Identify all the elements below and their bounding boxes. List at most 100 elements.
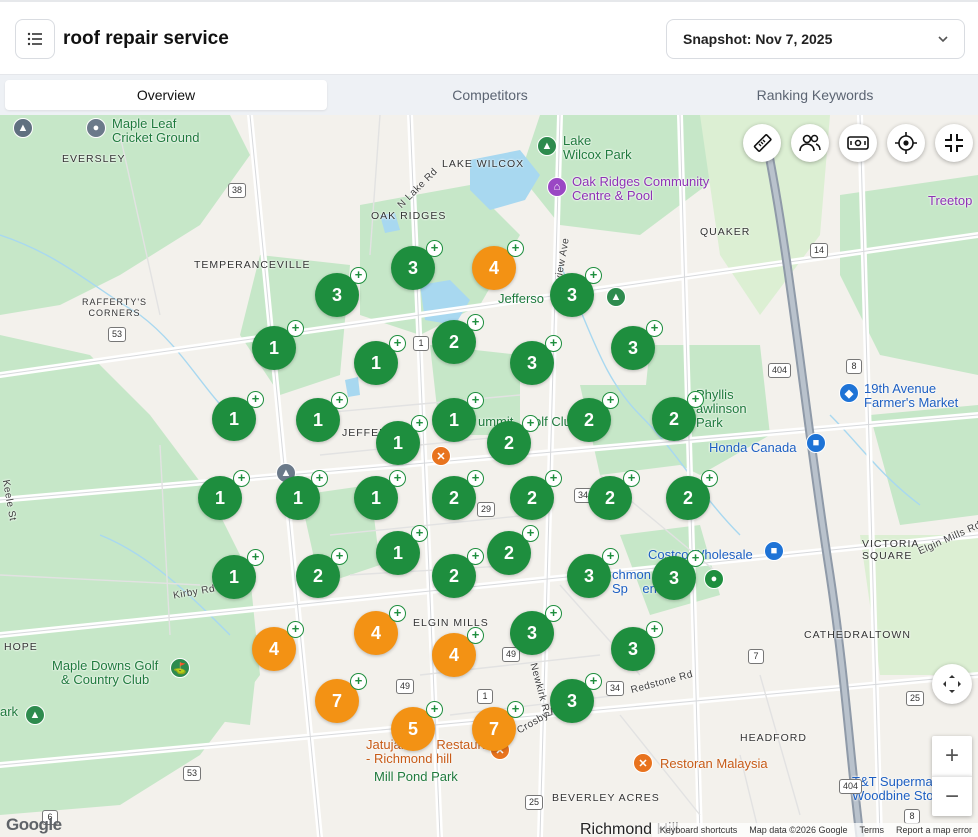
rank-marker[interactable]: 3 +: [567, 548, 619, 598]
plus-icon[interactable]: +: [350, 673, 367, 690]
rank-marker[interactable]: 3 +: [550, 267, 602, 317]
rank-marker[interactable]: 4 +: [354, 605, 406, 655]
plus-icon[interactable]: +: [545, 335, 562, 352]
shopping-bag-icon[interactable]: ■: [806, 433, 826, 453]
zoom-out-button[interactable]: −: [932, 776, 972, 816]
rank-marker[interactable]: 3 +: [611, 320, 663, 370]
plus-icon[interactable]: +: [507, 240, 524, 257]
rank-marker[interactable]: 2 +: [487, 525, 539, 575]
rank-marker[interactable]: 3 +: [611, 621, 663, 671]
rank-marker[interactable]: 4 +: [252, 621, 304, 671]
plus-icon[interactable]: +: [602, 392, 619, 409]
rank-marker[interactable]: 2 +: [432, 470, 484, 520]
rank-marker[interactable]: 2 +: [588, 470, 640, 520]
plus-icon[interactable]: +: [247, 549, 264, 566]
restaurant-icon[interactable]: ✕: [633, 753, 653, 773]
rank-marker[interactable]: 2 +: [567, 392, 619, 442]
plus-icon[interactable]: +: [467, 470, 484, 487]
keyboard-shortcuts-link[interactable]: Keyboard shortcuts: [660, 825, 738, 835]
plus-icon[interactable]: +: [585, 673, 602, 690]
rank-marker[interactable]: 3 +: [510, 335, 562, 385]
plus-icon[interactable]: +: [687, 550, 704, 567]
report-error-link[interactable]: Report a map error: [896, 825, 972, 835]
plus-icon[interactable]: +: [623, 470, 640, 487]
plus-icon[interactable]: +: [331, 392, 348, 409]
rank-marker[interactable]: 2 +: [666, 470, 718, 520]
plus-icon[interactable]: +: [411, 525, 428, 542]
plus-icon[interactable]: +: [522, 525, 539, 542]
rank-marker[interactable]: 2 +: [296, 548, 348, 598]
plus-icon[interactable]: +: [646, 621, 663, 638]
plus-icon[interactable]: +: [467, 392, 484, 409]
plus-icon[interactable]: +: [389, 335, 406, 352]
park-tree-icon[interactable]: ▲: [25, 705, 45, 725]
rank-marker[interactable]: 1 +: [354, 470, 406, 520]
rank-marker[interactable]: 4 +: [432, 627, 484, 677]
plus-icon[interactable]: +: [287, 621, 304, 638]
plus-icon[interactable]: +: [545, 605, 562, 622]
rank-marker[interactable]: 3 +: [315, 267, 367, 317]
rank-marker[interactable]: 2 +: [652, 391, 704, 441]
plus-icon[interactable]: +: [585, 267, 602, 284]
plus-icon[interactable]: +: [389, 470, 406, 487]
rank-marker[interactable]: 2 +: [487, 415, 539, 465]
plus-icon[interactable]: +: [350, 267, 367, 284]
pin-icon[interactable]: ●: [86, 118, 106, 138]
plus-icon[interactable]: +: [522, 415, 539, 432]
rank-marker[interactable]: 3 +: [391, 240, 443, 290]
zoom-in-button[interactable]: +: [932, 736, 972, 776]
locate-button[interactable]: [887, 124, 925, 162]
collapse-button[interactable]: [935, 124, 973, 162]
plus-icon[interactable]: +: [233, 470, 250, 487]
map-area[interactable]: Maple Leaf Cricket Ground EVERSLEY LAKE …: [0, 115, 978, 837]
plus-icon[interactable]: +: [602, 548, 619, 565]
rank-marker[interactable]: 3 +: [550, 673, 602, 723]
rank-marker[interactable]: 3 +: [652, 550, 704, 600]
community-centre-icon[interactable]: ⌂: [547, 177, 567, 197]
rank-marker[interactable]: 1 +: [212, 549, 264, 599]
park-tree-icon[interactable]: ▲: [537, 136, 557, 156]
rank-marker[interactable]: 3 +: [510, 605, 562, 655]
rank-marker[interactable]: 1 +: [376, 525, 428, 575]
plus-icon[interactable]: +: [701, 470, 718, 487]
plus-icon[interactable]: +: [467, 548, 484, 565]
pan-button[interactable]: [932, 664, 972, 704]
plus-icon[interactable]: +: [467, 627, 484, 644]
plus-icon[interactable]: +: [545, 470, 562, 487]
rank-marker[interactable]: 1 +: [376, 415, 428, 465]
plus-icon[interactable]: +: [411, 415, 428, 432]
rank-marker[interactable]: 1 +: [354, 335, 406, 385]
rank-marker[interactable]: 1 +: [276, 470, 328, 520]
rank-marker[interactable]: 1 +: [212, 391, 264, 441]
plus-icon[interactable]: +: [507, 701, 524, 718]
plus-icon[interactable]: +: [247, 391, 264, 408]
rank-marker[interactable]: 1 +: [296, 392, 348, 442]
rank-marker[interactable]: 5 +: [391, 701, 443, 751]
shopping-cart-icon[interactable]: ◆: [839, 383, 859, 403]
plus-icon[interactable]: +: [311, 470, 328, 487]
school-icon[interactable]: ▲: [13, 118, 33, 138]
plus-icon[interactable]: +: [426, 240, 443, 257]
tab-ranking-keywords[interactable]: Ranking Keywords: [655, 80, 975, 110]
plus-icon[interactable]: +: [389, 605, 406, 622]
plus-icon[interactable]: +: [331, 548, 348, 565]
park-tree-icon[interactable]: ▲: [606, 287, 626, 307]
rank-marker[interactable]: 1 +: [432, 392, 484, 442]
snapshot-select[interactable]: Snapshot: Nov 7, 2025: [666, 19, 965, 59]
terms-link[interactable]: Terms: [859, 825, 884, 835]
rank-marker[interactable]: 2 +: [432, 314, 484, 364]
shopping-bag-icon[interactable]: ■: [764, 541, 784, 561]
rank-marker[interactable]: 7 +: [315, 673, 367, 723]
rank-marker[interactable]: 2 +: [510, 470, 562, 520]
menu-button[interactable]: [15, 19, 55, 59]
plus-icon[interactable]: +: [287, 320, 304, 337]
restaurant-icon[interactable]: ✕: [431, 446, 451, 466]
ruler-button[interactable]: [743, 124, 781, 162]
people-button[interactable]: [791, 124, 829, 162]
plus-icon[interactable]: +: [467, 314, 484, 331]
ticket-button[interactable]: [839, 124, 877, 162]
location-dot-icon[interactable]: ●: [704, 569, 724, 589]
rank-marker[interactable]: 2 +: [432, 548, 484, 598]
golf-icon[interactable]: ⛳: [170, 658, 190, 678]
rank-marker[interactable]: 1 +: [252, 320, 304, 370]
